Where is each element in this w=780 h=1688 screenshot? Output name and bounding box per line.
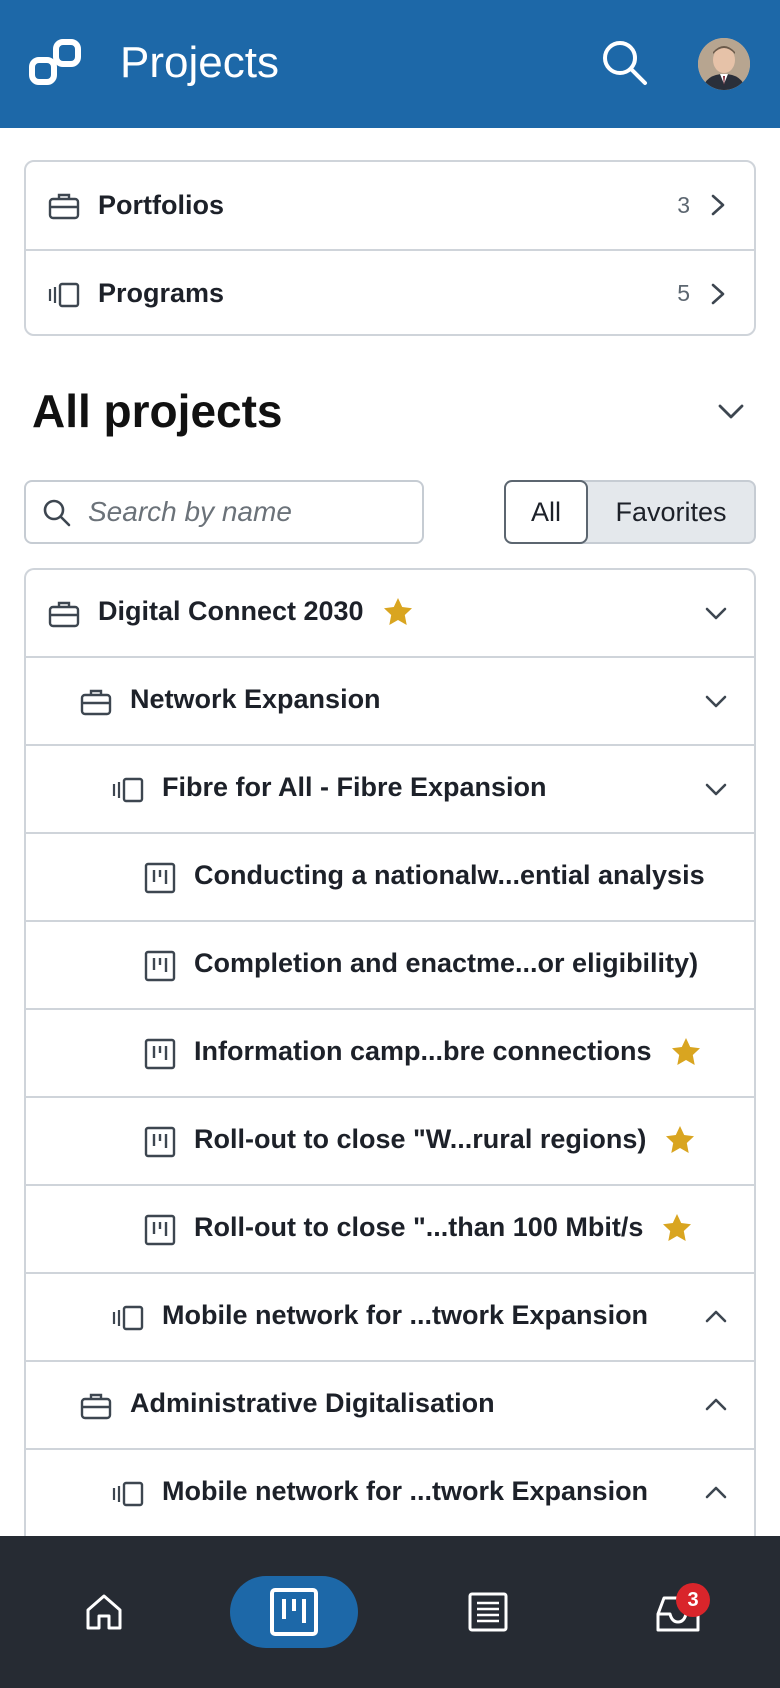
favorite-star-icon[interactable] <box>670 1036 702 1068</box>
filter-toggle: All Favorites <box>504 480 756 544</box>
search-box <box>24 480 424 544</box>
chevron-right-icon <box>711 194 725 216</box>
favorite-star-icon[interactable] <box>661 1212 693 1244</box>
nav-item-portfolios[interactable]: Portfolios 3 <box>26 162 754 249</box>
tree-row-label: Completion and enactme...or eligibility) <box>194 948 699 978</box>
tab-home[interactable] <box>72 1576 136 1648</box>
briefcase-icon <box>48 601 80 628</box>
navigation-card: Portfolios 3 Programs 5 <box>24 160 756 336</box>
tree-row-label: Digital Connect 2030 <box>98 596 364 626</box>
tree-row-portfolio[interactable]: Digital Connect 2030 <box>26 570 754 658</box>
inbox-badge: 3 <box>676 1583 710 1617</box>
tree-row-label: Fibre for All - Fibre Expansion <box>162 772 547 802</box>
chevron-down-icon[interactable] <box>716 398 746 424</box>
tree-row-project[interactable]: Roll-out to close "W...rural regions) <box>26 1098 754 1186</box>
nav-item-label: Programs <box>98 278 225 308</box>
tree-row-project[interactable]: Roll-out to close "...than 100 Mbit/s <box>26 1186 754 1274</box>
briefcase-icon <box>80 1393 112 1420</box>
user-avatar[interactable] <box>698 38 750 90</box>
filter-favorites-button[interactable]: Favorites <box>588 482 754 542</box>
nav-item-label: Portfolios <box>98 190 224 220</box>
tree-row-label: Roll-out to close "W...rural regions) <box>194 1124 647 1154</box>
home-icon <box>86 1594 122 1630</box>
program-stack-icon <box>112 777 144 803</box>
briefcase-icon <box>80 689 112 716</box>
search-icon <box>43 499 71 527</box>
program-stack-icon <box>112 1481 144 1507</box>
project-tree: Digital Connect 2030 Network Expansion Fib… <box>24 568 756 1668</box>
favorite-star-icon[interactable] <box>664 1124 696 1156</box>
tree-row-portfolio[interactable]: Administrative Digitalisation <box>26 1362 754 1450</box>
section-title: All projects <box>32 385 283 437</box>
tree-row-program[interactable]: Mobile network for ...twork Expansion <box>26 1274 754 1362</box>
tree-row-project[interactable]: Completion and enactme...or eligibility) <box>26 922 754 1010</box>
project-board-icon <box>144 1126 176 1158</box>
tab-list[interactable] <box>456 1576 520 1648</box>
tree-row-project[interactable]: Conducting a nationalw...ential analysis <box>26 834 754 922</box>
program-stack-icon <box>112 1305 144 1331</box>
tab-projects[interactable] <box>230 1576 358 1648</box>
tree-row-project[interactable]: Information camp...bre connections <box>26 1010 754 1098</box>
project-board-icon <box>144 1038 176 1070</box>
board-icon <box>270 1588 318 1636</box>
project-board-icon <box>144 862 176 894</box>
project-board-icon <box>144 1214 176 1246</box>
tree-row-label: Mobile network for ...twork Expansion <box>162 1300 649 1330</box>
tree-row-program[interactable]: Mobile network for ...twork Expansion <box>26 1450 754 1538</box>
search-input[interactable] <box>88 482 408 542</box>
nav-item-count: 5 <box>677 280 690 306</box>
tree-row-label: Network Expansion <box>130 684 381 714</box>
chevron-down-icon[interactable] <box>704 692 728 710</box>
chevron-up-icon[interactable] <box>704 1308 728 1326</box>
chevron-up-icon[interactable] <box>704 1484 728 1502</box>
tree-row-label: Roll-out to close "...than 100 Mbit/s <box>194 1212 644 1242</box>
filter-all-button[interactable]: All <box>504 480 588 544</box>
program-stack-icon <box>48 282 80 308</box>
chevron-right-icon <box>711 283 725 305</box>
chevron-up-icon[interactable] <box>704 1396 728 1414</box>
tree-row-portfolio[interactable]: Network Expansion <box>26 658 754 746</box>
bottom-navigation <box>0 1536 780 1688</box>
list-icon <box>468 1592 508 1632</box>
favorite-star-icon[interactable] <box>382 596 414 628</box>
nav-item-programs[interactable]: Programs 5 <box>26 249 754 334</box>
page-title: Projects <box>120 38 279 87</box>
tree-row-label: Mobile network for ...twork Expansion <box>162 1476 649 1506</box>
briefcase-icon <box>48 193 80 220</box>
search-icon[interactable] <box>600 38 650 88</box>
project-board-icon <box>144 950 176 982</box>
nav-item-count: 3 <box>677 192 690 218</box>
tree-row-label: Conducting a nationalw...ential analysis <box>194 860 705 890</box>
tree-row-program[interactable]: Fibre for All - Fibre Expansion <box>26 746 754 834</box>
app-header: Projects <box>0 0 780 128</box>
tree-row-label: Administrative Digitalisation <box>130 1388 495 1418</box>
chevron-down-icon[interactable] <box>704 604 728 622</box>
tree-row-label: Information camp...bre connections <box>194 1036 652 1066</box>
chevron-down-icon[interactable] <box>704 780 728 798</box>
link-logo-icon[interactable] <box>28 36 84 92</box>
